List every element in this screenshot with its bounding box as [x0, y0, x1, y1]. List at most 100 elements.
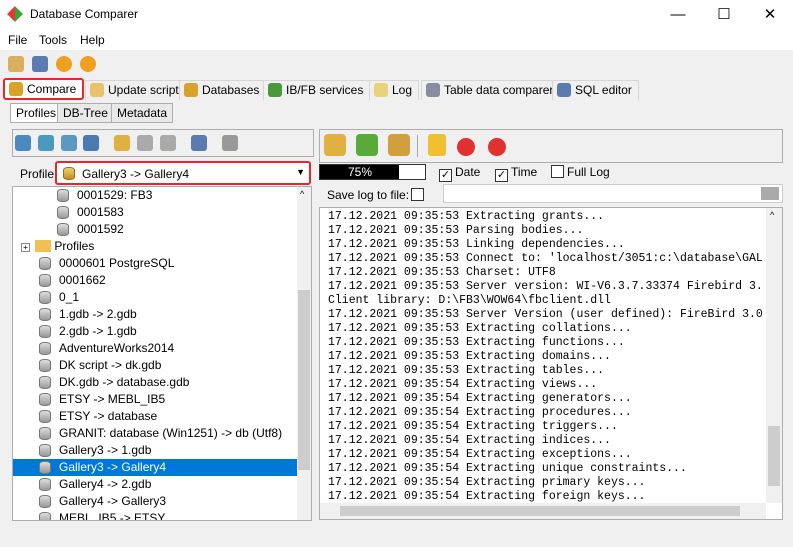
tree-item-label: 0000601 PostgreSQL: [59, 256, 175, 270]
tab-databases[interactable]: Databases: [179, 80, 267, 100]
subtab-profiles[interactable]: Profiles: [10, 103, 63, 123]
add-database-icon[interactable]: [15, 135, 31, 151]
time-checkbox[interactable]: ✓ Time: [495, 165, 537, 182]
tab-table-data-comparer[interactable]: Table data comparer: [421, 80, 561, 100]
tree-item[interactable]: ETSY -> MEBL_IB5: [13, 391, 298, 408]
tree-item[interactable]: 0001662: [13, 272, 298, 289]
profile-tree: 0001529: FB3 0001583 0001592 + Profiles 0000…: [12, 186, 312, 521]
save-icon[interactable]: [191, 135, 207, 151]
tree-item[interactable]: 0001592: [55, 221, 124, 238]
tree-item[interactable]: MEBL_IB5 -> ETSY: [13, 510, 298, 520]
tree-item-label: DK.gdb -> database.gdb: [59, 375, 190, 389]
progress-bar: 75%: [319, 164, 426, 180]
warning-icon[interactable]: [428, 134, 446, 156]
tree-item[interactable]: ETSY -> database: [13, 408, 298, 425]
edit-folder-icon[interactable]: [137, 135, 153, 151]
log-file-path-input[interactable]: [443, 184, 783, 203]
tree-folder-profiles[interactable]: + Profiles: [21, 238, 94, 255]
tree-item[interactable]: GRANIT: database (Win1251) -> db (Utf8): [13, 425, 298, 442]
log-line: 17.12.2021 09:35:53 Server Version (user…: [328, 308, 763, 321]
remove-folder-icon[interactable]: [160, 135, 176, 151]
compare-run-icon[interactable]: [324, 134, 346, 156]
abort-icon[interactable]: [488, 138, 506, 156]
tree-item-label: 0001529: FB3: [77, 188, 153, 202]
add-folder-icon[interactable]: [114, 135, 130, 151]
tree-item[interactable]: Gallery3 -> 1.gdb: [13, 442, 298, 459]
tab-compare[interactable]: Compare: [3, 78, 85, 100]
help-icon[interactable]: [80, 56, 96, 72]
tree-item[interactable]: DK.gdb -> database.gdb: [13, 374, 298, 391]
tab-update-script[interactable]: Update script: [85, 80, 186, 100]
tab-label: Table data comparer: [444, 83, 554, 97]
scroll-up-icon[interactable]: ^: [770, 210, 774, 220]
save-log-checkbox[interactable]: [411, 188, 424, 201]
tree-item[interactable]: Gallery3 -> Gallery4: [13, 459, 298, 476]
database-icon: [39, 274, 51, 287]
folder-open-icon[interactable]: [761, 187, 779, 200]
chevron-down-icon[interactable]: ▼: [296, 167, 305, 177]
extract-compare-icon[interactable]: [388, 134, 410, 156]
checkbox-date[interactable]: ✓: [439, 169, 452, 182]
log-line: 17.12.2021 09:35:53 Extracting domains..…: [328, 350, 611, 363]
log-line: 17.12.2021 09:35:54 Extracting generator…: [328, 392, 632, 405]
refresh-icon[interactable]: [222, 135, 238, 151]
log-output: 17.12.2021 09:35:53 Extracting grants...…: [319, 207, 783, 520]
tree-item[interactable]: 0001583: [55, 204, 124, 221]
tree-item-label: DK script -> dk.gdb: [59, 358, 162, 372]
profile-value: Gallery3 -> Gallery4: [82, 167, 190, 181]
scroll-thumb-horizontal[interactable]: [340, 506, 740, 516]
tab-ibfb-services[interactable]: IB/FB services: [263, 80, 371, 100]
database-icon: [39, 495, 51, 508]
save-log-label: Save log to file:: [327, 188, 410, 202]
tree-item[interactable]: Gallery4 -> Gallery3: [13, 493, 298, 510]
tree-item[interactable]: 2.gdb -> 1.gdb: [13, 323, 298, 340]
checkbox-time[interactable]: ✓: [495, 169, 508, 182]
windows-icon[interactable]: [32, 56, 48, 72]
tree-item[interactable]: Gallery4 -> 2.gdb: [13, 476, 298, 493]
title-bar: Database Comparer — ☐ ✕: [0, 0, 793, 29]
log-line: 17.12.2021 09:35:53 Connect to: 'localho…: [328, 252, 763, 265]
tree-item[interactable]: 1.gdb -> 2.gdb: [13, 306, 298, 323]
profile-select[interactable]: Gallery3 -> Gallery4 ▼: [55, 161, 311, 185]
date-checkbox[interactable]: ✓ Date: [439, 165, 480, 182]
scroll-up-icon[interactable]: ^: [300, 189, 304, 199]
expand-icon[interactable]: +: [21, 243, 30, 252]
scroll-thumb[interactable]: [768, 426, 780, 486]
tab-sql-editor[interactable]: SQL editor: [552, 80, 639, 100]
tab-label: IB/FB services: [286, 83, 364, 97]
tree-item[interactable]: AdventureWorks2014: [13, 340, 298, 357]
copy-database-icon[interactable]: [38, 135, 54, 151]
profile-label: Profile:: [20, 167, 58, 181]
checkbox-full-log[interactable]: [551, 165, 564, 178]
log-line: 17.12.2021 09:35:53 Server version: WI-V…: [328, 280, 763, 293]
remove-database-icon[interactable]: [83, 135, 99, 151]
subtab-metadata[interactable]: Metadata: [111, 103, 174, 123]
folder-icon: [35, 240, 51, 252]
log-line: 17.12.2021 09:35:54 Extracting triggers.…: [328, 420, 618, 433]
extract-icon[interactable]: [356, 134, 378, 156]
tree-item[interactable]: 0000601 PostgreSQL: [13, 255, 298, 272]
log-vscrollbar[interactable]: ^: [766, 208, 782, 503]
tree-item[interactable]: DK script -> dk.gdb: [13, 357, 298, 374]
menu-file[interactable]: File: [8, 33, 27, 47]
minimize-button[interactable]: —: [655, 0, 701, 29]
app-icon: [7, 6, 23, 22]
subtab-db-tree[interactable]: DB-Tree: [57, 103, 114, 123]
edit-database-icon[interactable]: [61, 135, 77, 151]
scroll-thumb[interactable]: [298, 290, 310, 470]
close-button[interactable]: ✕: [747, 0, 793, 29]
tree-scrollbar[interactable]: ^: [297, 187, 311, 520]
info-icon[interactable]: [56, 56, 72, 72]
maximize-button[interactable]: ☐: [701, 0, 747, 29]
tab-log[interactable]: Log: [369, 80, 420, 100]
tree-item[interactable]: 0001529: FB3: [55, 187, 152, 204]
tree-item[interactable]: 0_1: [13, 289, 298, 306]
stop-icon[interactable]: [457, 138, 475, 156]
database-icon: [57, 223, 69, 236]
menu-help[interactable]: Help: [80, 33, 105, 47]
exit-icon[interactable]: [8, 56, 24, 72]
log-hscrollbar[interactable]: [320, 503, 766, 519]
full-log-checkbox[interactable]: Full Log: [551, 165, 610, 179]
database-icon: [39, 427, 51, 440]
menu-tools[interactable]: Tools: [39, 33, 67, 47]
